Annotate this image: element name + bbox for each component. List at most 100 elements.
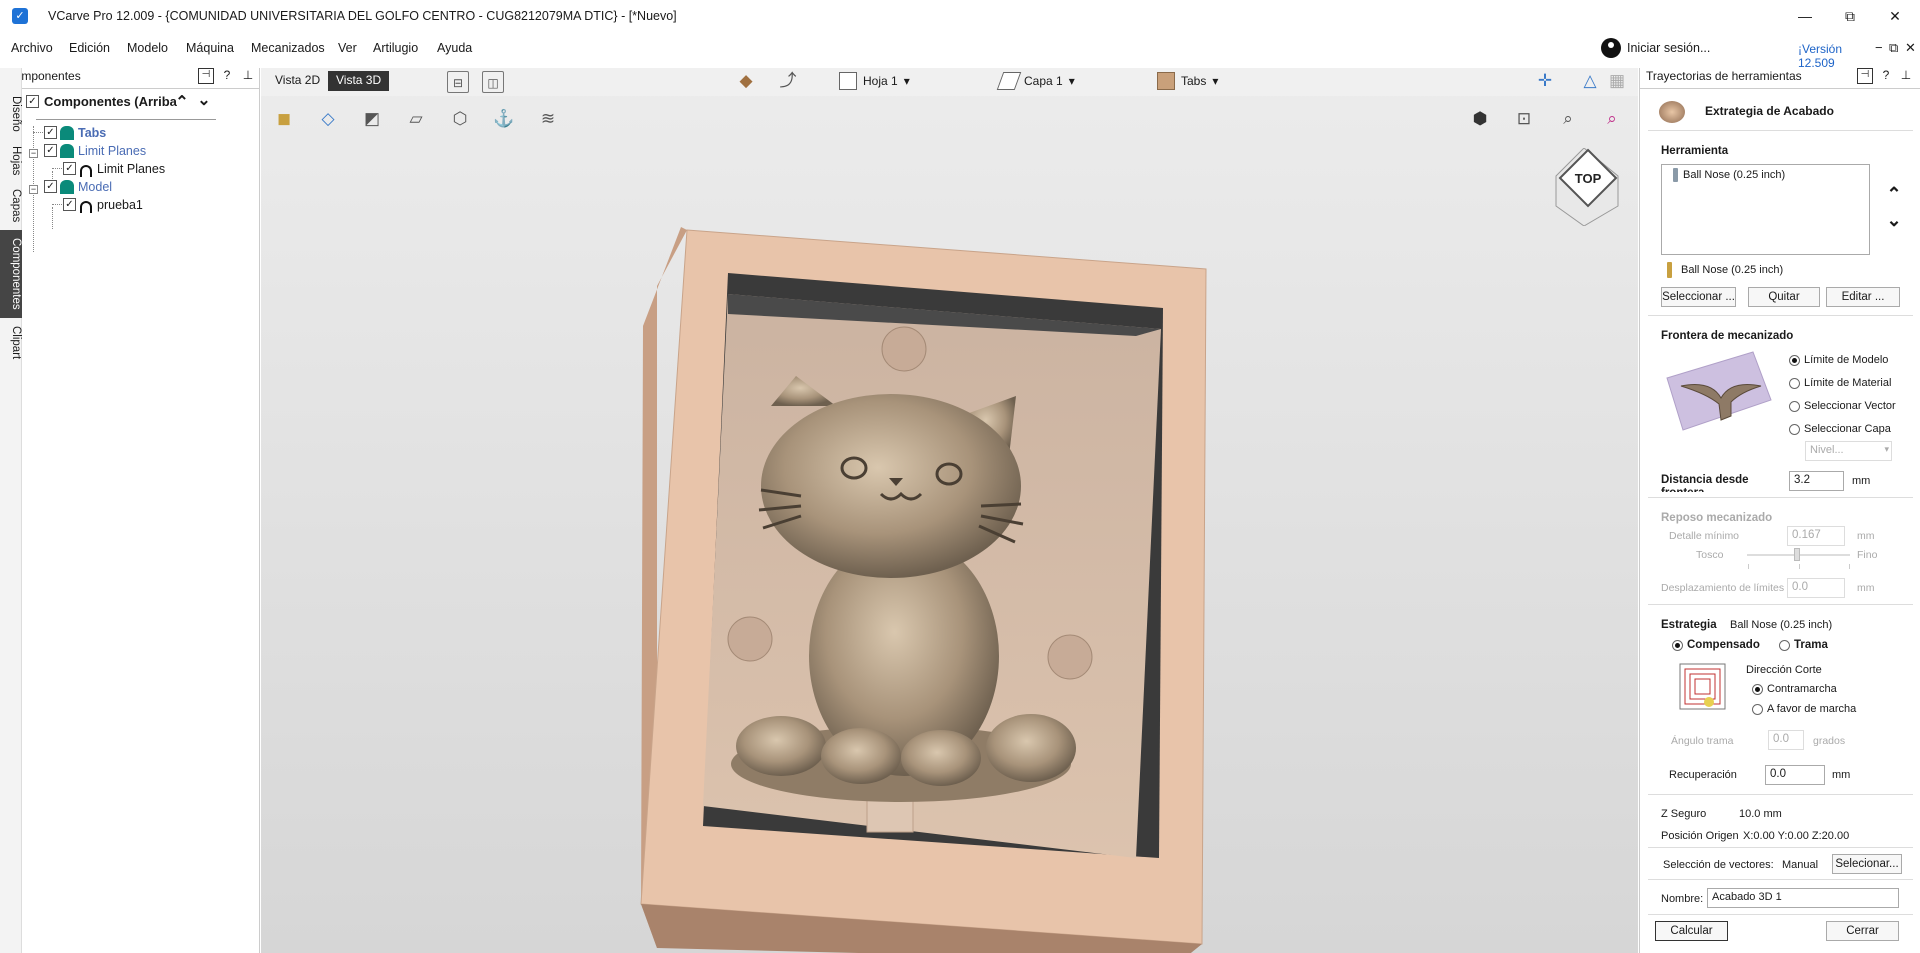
move-down-icon[interactable]: ⌄ [1886, 210, 1902, 230]
edit-tool-button[interactable]: Editar ... [1826, 287, 1900, 307]
shapes-icon[interactable]: △ [1579, 70, 1601, 92]
tab-vista-3d[interactable]: Vista 3D [328, 71, 390, 91]
visibility-checkbox[interactable]: ✓ [63, 198, 76, 211]
material-block-icon[interactable]: ◆ [735, 70, 757, 92]
tab-hojas[interactable]: Hojas [0, 140, 22, 182]
layer-dropdown[interactable]: Capa 1 ▾ [996, 72, 1075, 90]
help-icon[interactable]: ? [1878, 68, 1894, 84]
min-detail-input[interactable]: 0.167 [1787, 526, 1845, 546]
raster-angle-input[interactable]: 0.0 [1768, 730, 1804, 750]
limit-offset-input[interactable]: 0.0 [1787, 578, 1845, 598]
menu-edicion[interactable]: Edición [69, 41, 110, 55]
tree-item-tabs[interactable]: ✓ Tabs [44, 125, 244, 142]
tab-diseno[interactable]: Diseño [0, 88, 22, 140]
pin-icon[interactable]: ⊥ [1898, 68, 1914, 84]
move-up-icon[interactable]: ⌃ [1886, 184, 1902, 204]
tool-icon [1673, 168, 1678, 182]
tree-item-prueba1[interactable]: ✓ prueba1 [63, 197, 253, 214]
move-up-icon[interactable]: ⌃ [174, 92, 190, 111]
window-title: VCarve Pro 12.009 - {COMUNIDAD UNIVERSIT… [48, 9, 677, 23]
boundary-material-radio[interactable] [1789, 378, 1800, 389]
sheet-dropdown[interactable]: Hoja 1 ▾ [839, 72, 910, 90]
pin-icon[interactable]: ⊥ [240, 68, 256, 84]
maximize-button[interactable]: ⧉ [1835, 6, 1865, 26]
divider [1648, 794, 1913, 795]
tree-item-label: Limit Planes [78, 144, 147, 158]
tabs-dropdown[interactable]: Tabs ▾ [1157, 72, 1218, 90]
mdi-close-button[interactable]: ✕ [1905, 40, 1916, 56]
tool-list[interactable]: Ball Nose (0.25 inch) [1661, 164, 1870, 255]
divider [1648, 604, 1913, 605]
offset-strategy-radio[interactable] [1672, 640, 1683, 651]
close-button[interactable]: ✕ [1880, 6, 1910, 26]
unit-label: mm [1832, 769, 1851, 781]
divider [36, 119, 216, 120]
toolpath-name-input[interactable]: Acabado 3D 1 [1707, 888, 1899, 908]
close-panel-button[interactable]: Cerrar [1826, 921, 1899, 941]
detail-slider-thumb[interactable] [1794, 548, 1800, 561]
divider [1648, 914, 1913, 915]
tree-line [52, 204, 62, 205]
menu-archivo[interactable]: Archivo [11, 41, 53, 55]
tree-item-model-group[interactable]: ✓ Model [44, 179, 244, 196]
panel-dock-icon[interactable]: ⊣ [1857, 68, 1873, 84]
menu-maquina[interactable]: Máquina [186, 41, 234, 55]
components-header: ✓ Componentes (Arriba ⌃ ⌄ [22, 92, 260, 112]
panel-dock-icon[interactable]: ⊣ [198, 68, 214, 84]
split-vertical-icon[interactable]: ◫ [482, 71, 504, 93]
visibility-checkbox[interactable]: ✓ [44, 144, 57, 157]
boundary-distance-label: Distancia desde frontera [1661, 474, 1749, 492]
tab-capas[interactable]: Capas [0, 182, 22, 230]
home-position-label: Posición Origen [1661, 830, 1739, 842]
help-icon[interactable]: ? [219, 68, 235, 84]
unit-label: grados [1813, 735, 1846, 747]
mdi-minimize-button[interactable]: − [1875, 40, 1883, 55]
selected-tool-label: Ball Nose (0.25 inch) [1681, 264, 1784, 276]
split-horizontal-icon[interactable]: ⊟ [447, 71, 469, 93]
tool-list-item[interactable]: Ball Nose (0.25 inch) [1683, 169, 1785, 181]
conventional-radio[interactable] [1752, 704, 1763, 715]
dropdown-arrow-icon: ▾ [903, 74, 910, 88]
header-checkbox[interactable]: ✓ [26, 95, 39, 108]
visibility-checkbox[interactable]: ✓ [44, 180, 57, 193]
3d-scene [640, 227, 1207, 953]
cut-direction-label: Dirección Corte [1746, 664, 1822, 676]
climb-label: Contramarcha [1767, 683, 1837, 695]
level-select[interactable]: Nivel... ▾ [1805, 441, 1892, 461]
climb-radio[interactable] [1752, 684, 1763, 695]
boundary-layer-radio[interactable] [1789, 424, 1800, 435]
menu-artilugio[interactable]: Artilugio [373, 41, 418, 55]
tab-clipart[interactable]: Clipart [0, 318, 22, 368]
menu-modelo[interactable]: Modelo [127, 41, 168, 55]
visibility-checkbox[interactable]: ✓ [44, 126, 57, 139]
boundary-model-radio[interactable] [1789, 355, 1800, 366]
3d-viewport[interactable]: Vista 2D Vista 3D ⊟ ◫ ◆ ⤴ Hoja 1 ▾ Capa 1… [261, 68, 1638, 953]
minimize-button[interactable]: — [1790, 6, 1820, 26]
collapse-toggle[interactable]: − [29, 185, 38, 194]
snap-icon[interactable]: ✛ [1534, 70, 1556, 92]
menu-ver[interactable]: Ver [338, 41, 357, 55]
boundary-vector-radio[interactable] [1789, 401, 1800, 412]
raster-strategy-radio[interactable] [1779, 640, 1790, 651]
calculate-button[interactable]: Calcular [1655, 921, 1728, 941]
select-vectors-button[interactable]: Selecionar... [1832, 854, 1902, 874]
tool-section-title: Herramienta [1661, 145, 1729, 157]
menu-mecanizados[interactable]: Mecanizados [251, 41, 325, 55]
boundary-distance-input[interactable]: 3.2 [1789, 471, 1844, 491]
mdi-restore-button[interactable]: ⧉ [1889, 40, 1898, 56]
visibility-checkbox[interactable]: ✓ [63, 162, 76, 175]
account-sign-in[interactable]: Iniciar sesión... [1601, 38, 1710, 58]
collapse-toggle[interactable]: − [29, 149, 38, 158]
remove-tool-button[interactable]: Quitar [1748, 287, 1820, 307]
grid-icon[interactable]: ▦ [1606, 70, 1628, 92]
tree-item-limit-planes[interactable]: ✓ Limit Planes [63, 161, 253, 178]
tree-item-label: Limit Planes [97, 162, 166, 176]
menu-ayuda[interactable]: Ayuda [437, 41, 472, 55]
tree-item-limit-planes-group[interactable]: ✓ Limit Planes [44, 143, 244, 160]
move-down-icon[interactable]: ⌄ [196, 90, 212, 109]
toolpath-icon[interactable]: ⤴ [777, 70, 799, 92]
tab-componentes[interactable]: Componentes [0, 230, 22, 318]
stepover-input[interactable]: 0.0 [1765, 765, 1825, 785]
select-tool-button[interactable]: Seleccionar ... [1661, 287, 1736, 307]
tab-vista-2d[interactable]: Vista 2D [267, 71, 328, 91]
